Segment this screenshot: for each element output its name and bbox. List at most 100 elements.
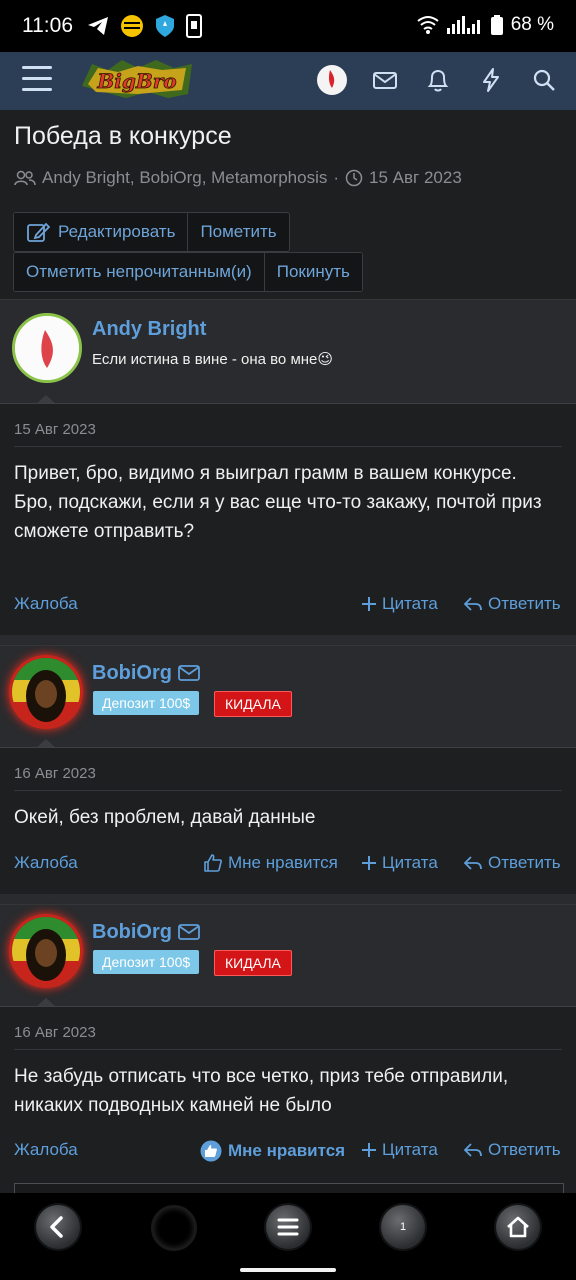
bell-icon[interactable] [422,64,454,96]
deposit-badge: Депозит 100$ [93,950,200,974]
message-line: Бро, подскажи, если я у вас еще что-то з… [14,492,542,542]
quote-label: Цитата [382,1140,438,1159]
mark-button[interactable]: Пометить [188,213,289,251]
reply-icon [464,1143,482,1157]
clock: 11:06 [22,14,73,37]
search-icon[interactable] [528,64,560,96]
status-bar: 11:06 68 % [0,0,576,52]
page-button[interactable]: 1 [381,1205,425,1249]
reply-button[interactable]: Ответить [464,853,561,873]
quote-label: Цитата [382,594,438,613]
edit-icon [27,222,50,242]
message-user-icon[interactable] [178,923,200,941]
app-header: BigBro [0,52,576,110]
meta-separator: · [333,168,340,187]
thumbs-up-icon [204,854,222,872]
post-body: 15 Авг 2023 Привет, бро, видимо я выигра… [0,403,576,636]
quote-label: Цитата [382,853,438,872]
post-author-block: BobiOrg Депозит 100$ КИДАЛА [0,645,576,748]
battery-icon [490,15,503,35]
mark-unread-button[interactable]: Отметить непрочитанным(и) [14,253,265,291]
menu-lines-icon [277,1218,299,1236]
edit-button[interactable]: Редактировать [14,213,189,251]
mail-icon[interactable] [369,64,401,96]
post-body: 16 Авг 2023 Не забудь отписать что все ч… [0,1006,576,1195]
post-username[interactable]: Andy Bright [92,318,206,341]
like-button-active[interactable]: Мне нравится [200,1140,345,1162]
thumbs-up-filled-icon [200,1140,222,1162]
scammer-badge: КИДАЛА [214,691,292,717]
scammer-badge: КИДАЛА [214,950,292,976]
participants[interactable]: Andy Bright, BobiOrg, Metamorphosis [42,168,327,188]
avatar[interactable] [12,917,80,985]
system-home-indicator[interactable] [240,1268,336,1272]
post-date[interactable]: 15 Авг 2023 [14,421,96,438]
reply-icon [464,597,482,611]
signal-icon [446,16,480,34]
reply-icon [464,856,482,870]
home-icon [507,1216,529,1238]
report-link[interactable]: Жалоба [14,594,78,614]
avatar[interactable] [12,658,80,726]
reply-label: Ответить [488,853,561,872]
reply-button[interactable]: Ответить [464,594,561,614]
post-username[interactable]: BobiOrg [92,662,172,685]
chevron-left-icon [50,1216,63,1238]
user-title: Если истина в вине - она во мне😉 [92,351,334,368]
page-number: 1 [399,1221,407,1233]
like-label: Мне нравится [228,1141,346,1160]
message-user-icon[interactable] [178,664,200,682]
logo-text: BigBro [96,69,176,93]
edit-button-label: Редактировать [58,222,176,241]
plus-icon [362,597,376,611]
profile-avatar[interactable] [316,64,348,96]
leave-button-label: Покинуть [276,262,350,281]
quote-button[interactable]: Цитата [362,1140,438,1160]
message-line: Привет, бро, видимо я выиграл грамм в ва… [14,463,517,484]
home-button[interactable] [496,1205,540,1249]
post-username[interactable]: BobiOrg [92,921,172,944]
quote-button[interactable]: Цитата [362,853,438,873]
reply-label: Ответить [488,1140,561,1159]
back-button[interactable] [36,1205,80,1249]
plus-icon [362,856,376,870]
menu-icon[interactable] [22,66,52,94]
wifi-icon [417,16,439,34]
beeline-icon [121,15,143,37]
like-label: Мне нравится [228,853,338,872]
page-title: Победа в конкурсе [14,122,232,150]
lightning-icon[interactable] [475,64,507,96]
thread-date: 15 Авг 2023 [369,168,462,187]
site-logo[interactable]: BigBro [78,56,196,102]
leave-button[interactable]: Покинуть [264,253,362,291]
battery-level: 68 % [510,14,554,35]
loading-indicator [151,1205,197,1251]
post-message: Не забудь отписать что все четко, приз т… [14,1066,509,1116]
post-date[interactable]: 16 Авг 2023 [14,1024,96,1041]
post-divider [0,894,576,904]
date-separator [14,790,562,791]
post-author-block: Andy Bright Если истина в вине - она во … [0,299,576,404]
post-divider [0,635,576,645]
report-link[interactable]: Жалоба [14,853,78,873]
quote-button[interactable]: Цитата [362,594,438,614]
bottom-navigation: 1 [0,1193,576,1280]
post-author-block: BobiOrg Депозит 100$ КИДАЛА [0,904,576,1007]
phone-icon [186,14,202,38]
users-icon [14,170,36,186]
mark-unread-label: Отметить непрочитанным(и) [26,262,252,281]
reply-label: Ответить [488,594,561,613]
telegram-icon [88,17,108,35]
menu-button[interactable] [266,1205,310,1249]
avatar[interactable] [12,313,82,383]
post-message: Привет, бро, видимо я выиграл грамм в ва… [14,459,562,546]
like-button[interactable]: Мне нравится [204,853,338,873]
reply-button[interactable]: Ответить [464,1140,561,1160]
post-message: Окей, без проблем, давай данные [14,807,316,828]
deposit-badge: Депозит 100$ [93,691,200,715]
report-link[interactable]: Жалоба [14,1140,78,1160]
date-separator [14,446,562,447]
date-separator [14,1049,562,1050]
post-date[interactable]: 16 Авг 2023 [14,765,96,782]
mark-button-label: Пометить [200,222,277,241]
